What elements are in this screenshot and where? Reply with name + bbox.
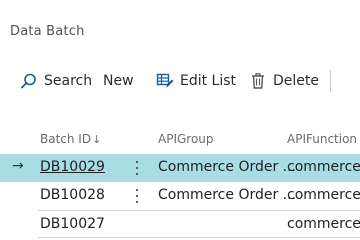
apifunction-cell: commerceU [287,159,360,175]
trash-icon [249,72,267,90]
search-icon [20,72,38,90]
column-header-batch-id[interactable]: Batch ID↓ [40,132,101,146]
apigroup-cell: Commerce Order ... [158,159,297,175]
sort-descending-icon: ↓ [92,133,102,146]
row-divider [38,237,360,238]
batch-id-link[interactable]: DB10028 [40,187,105,203]
batch-id-link[interactable]: DB10029 [40,159,105,175]
action-bar: Search New Edit List Delete [0,62,360,100]
apigroup-cell: Commerce Order ... [158,187,297,203]
column-header-apifunction[interactable]: APIFunction [287,132,357,146]
column-header-apigroup[interactable]: APIGroup [158,132,214,146]
apifunction-cell: commerceU [287,216,360,232]
apifunction-cell: commerceU [287,187,360,203]
table-row[interactable]: DB10027 commerceU [0,211,360,239]
toolbar-divider [330,70,331,92]
table-row[interactable]: DB10028 Commerce Order ... commerceU [0,182,360,210]
edit-list-label: Edit List [180,73,237,89]
edit-list-icon [156,72,174,90]
arrow-right-icon: → [12,158,24,174]
edit-list-button[interactable]: Edit List [156,62,236,100]
table-row[interactable]: → DB10029 Commerce Order ... commerceU [0,154,360,182]
new-label: New [103,73,134,89]
search-label: Search [44,73,93,89]
column-header-batch-id-label: Batch ID [40,132,92,146]
delete-label: Delete [273,73,319,89]
more-vertical-icon[interactable] [133,157,141,179]
delete-button[interactable]: Delete [249,62,319,100]
page-title: Data Batch [10,24,85,39]
more-vertical-icon[interactable] [133,185,141,207]
batch-id-link[interactable]: DB10027 [40,216,105,232]
new-button[interactable]: New [103,62,134,100]
page: Data Batch Search New Edit List Delete B… [0,0,360,240]
search-button[interactable]: Search [20,62,92,100]
table-header: Batch ID↓ APIGroup APIFunction [0,128,360,152]
